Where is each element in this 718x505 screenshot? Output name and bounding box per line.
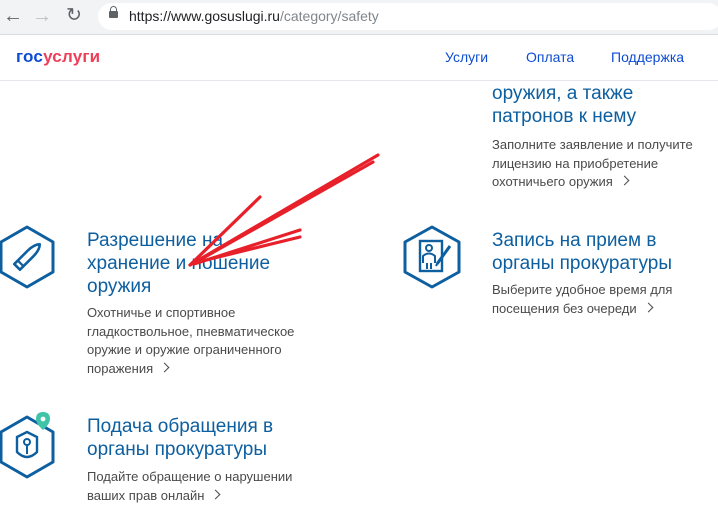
desc-line: Выберите удобное время для (492, 281, 672, 300)
nav-support-link[interactable]: Поддержка (611, 49, 684, 65)
desc-line: Охотничье и спортивное (87, 304, 294, 323)
desc-line: гладкоствольное, пневматическое (87, 323, 294, 342)
desc-line: оружие и оружие ограниченного (87, 341, 294, 360)
service-desc-prosecutor-appeal: Подайте обращение о нарушении ваших прав… (87, 468, 292, 505)
bullet-shield-icon (0, 224, 58, 290)
back-arrow-icon[interactable]: ← (2, 5, 24, 27)
title-line: Запись на прием в (492, 229, 672, 252)
logo-part-gos: гос (16, 47, 43, 66)
desc-line: посещения без очереди (492, 301, 637, 316)
browser-toolbar: ← → ↻ https://www.gosuslugi.ru/category/… (0, 0, 718, 35)
prosecutor-shield-pin-icon (0, 410, 60, 480)
desc-line-with-chevron[interactable]: посещения без очереди (492, 300, 672, 319)
forward-arrow-icon[interactable]: → (31, 5, 53, 27)
url-host: https://www.gosuslugi.ru (129, 8, 280, 24)
chevron-right-icon (619, 176, 629, 186)
service-desc-prosecutor-appointment: Выберите удобное время для посещения без… (492, 281, 672, 318)
appointment-document-icon (401, 224, 465, 290)
desc-line-with-chevron[interactable]: ваших прав онлайн (87, 487, 292, 505)
service-title-hunting-purchase[interactable]: оружия, а также патронов к нему (492, 82, 636, 128)
title-line: Разрешение на (87, 229, 270, 252)
lock-icon (109, 11, 118, 18)
title-line: оружия (87, 275, 270, 298)
reload-icon[interactable]: ↻ (63, 5, 85, 27)
address-bar[interactable]: https://www.gosuslugi.ru/category/safety (98, 3, 718, 30)
desc-line: Заполните заявление и получите (492, 136, 693, 155)
desc-line-with-chevron[interactable]: поражения (87, 360, 294, 379)
title-line: органы прокуратуры (87, 438, 273, 461)
url-path: /category/safety (280, 8, 379, 24)
gosuslugi-logo[interactable]: госуслуги (16, 47, 100, 67)
chevron-right-icon (211, 489, 221, 499)
service-desc-weapon-permit: Охотничье и спортивное гладкоствольное, … (87, 304, 294, 378)
logo-part-uslugi: услуги (43, 47, 100, 66)
site-header: госуслуги Услуги Оплата Поддержка (0, 35, 718, 81)
nav-payment-link[interactable]: Оплата (526, 49, 574, 65)
service-title-prosecutor-appeal[interactable]: Подача обращения в органы прокуратуры (87, 415, 273, 461)
desc-line-with-chevron[interactable]: охотничьего оружия (492, 173, 693, 192)
title-line: Подача обращения в (87, 415, 273, 438)
title-line: патронов к нему (492, 105, 636, 128)
service-title-weapon-permit[interactable]: Разрешение на хранение и ношение оружия (87, 229, 270, 298)
chevron-right-icon (643, 302, 653, 312)
desc-line: охотничьего оружия (492, 174, 613, 189)
desc-line: поражения (87, 361, 153, 376)
desc-line: ваших прав онлайн (87, 488, 204, 503)
url-text[interactable]: https://www.gosuslugi.ru/category/safety (129, 8, 379, 24)
title-line: оружия, а также (492, 82, 636, 105)
desc-line: лицензию на приобретение (492, 155, 693, 174)
service-title-prosecutor-appointment[interactable]: Запись на прием в органы прокуратуры (492, 229, 672, 275)
title-line: хранение и ношение (87, 252, 270, 275)
title-line: органы прокуратуры (492, 252, 672, 275)
desc-line: Подайте обращение о нарушении (87, 468, 292, 487)
chevron-right-icon (160, 362, 170, 372)
nav-services-link[interactable]: Услуги (445, 49, 488, 65)
service-desc-hunting-purchase: Заполните заявление и получите лицензию … (492, 136, 693, 192)
